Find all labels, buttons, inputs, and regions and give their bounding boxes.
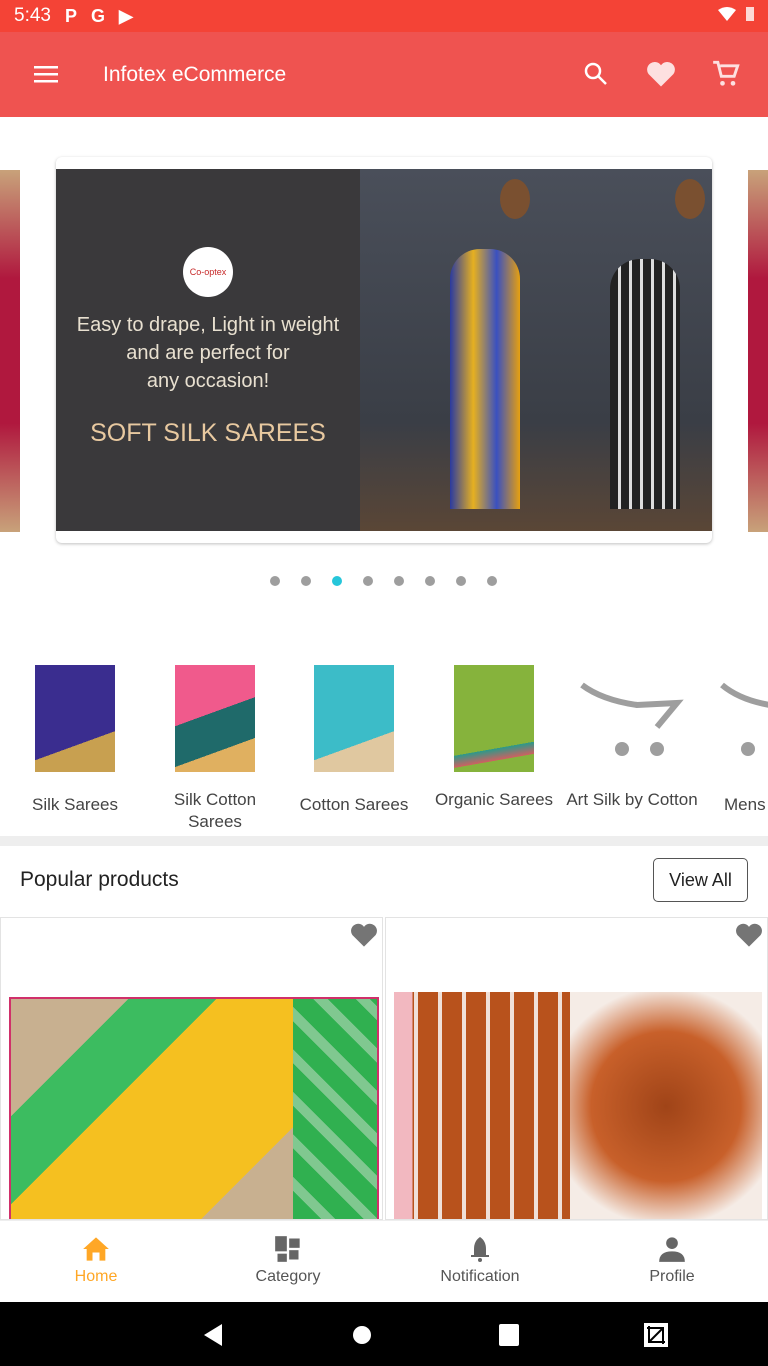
- home-circle-icon[interactable]: [352, 1325, 372, 1345]
- dashboard-icon: [275, 1236, 300, 1262]
- product-card[interactable]: [0, 917, 383, 1220]
- notification-icon: P: [64, 5, 77, 26]
- carousel-dot[interactable]: [456, 576, 466, 586]
- carousel-dot[interactable]: [301, 576, 311, 586]
- cart-placeholder-icon: [700, 665, 768, 772]
- category-label: Organic Sarees: [434, 790, 554, 809]
- section-title: Popular products: [20, 868, 179, 891]
- notification-icon: G: [91, 5, 106, 26]
- nav-label: Notification: [440, 1268, 520, 1285]
- category-organic-sarees[interactable]: Organic Sarees: [424, 665, 564, 830]
- wishlist-heart-icon[interactable]: [735, 922, 763, 948]
- nav-label: Profile: [649, 1268, 695, 1285]
- banner-carousel[interactable]: Co-optex Easy to drape, Light in weight …: [56, 157, 712, 543]
- clock: 5:43: [14, 5, 51, 26]
- person-icon: [659, 1237, 685, 1262]
- category-label: Mens: [724, 795, 766, 814]
- search-button[interactable]: [580, 58, 612, 90]
- status-bar: 5:43 P G ▶: [0, 0, 768, 32]
- wifi-icon: [718, 5, 736, 27]
- screenshot-icon[interactable]: [644, 1323, 668, 1347]
- battery-icon: [746, 5, 754, 27]
- search-icon: [584, 62, 607, 85]
- nav-home[interactable]: Home: [0, 1221, 192, 1303]
- carousel-dot[interactable]: [487, 576, 497, 586]
- system-navigation-bar: [0, 1302, 768, 1366]
- category-art-silk-by-cotton[interactable]: Art Silk by Cotton: [562, 665, 702, 830]
- wishlist-heart-icon[interactable]: [350, 922, 378, 948]
- cart-placeholder-icon: [580, 665, 684, 772]
- banner-headline: SOFT SILK SAREES: [90, 419, 326, 447]
- wishlist-button[interactable]: [645, 58, 677, 90]
- category-silk-cotton-sarees[interactable]: Silk Cotton Sarees: [145, 665, 285, 830]
- carousel-dot[interactable]: [270, 576, 280, 586]
- category-mens[interactable]: Mens: [700, 665, 768, 830]
- banner-prev-peek[interactable]: [0, 170, 20, 532]
- nav-label: Home: [74, 1268, 118, 1285]
- category-label: Art Silk by Cotton: [566, 790, 698, 809]
- notification-icon: ▶: [119, 5, 133, 26]
- brand-logo: Co-optex: [183, 247, 233, 297]
- banner-text-panel: Co-optex Easy to drape, Light in weight …: [56, 169, 360, 531]
- product-image: [394, 992, 762, 1219]
- category-image: [314, 665, 394, 772]
- back-icon[interactable]: [204, 1324, 224, 1346]
- banner-photo: [360, 169, 712, 531]
- carousel-dot[interactable]: [394, 576, 404, 586]
- carousel-indicator: [270, 576, 497, 586]
- home-icon: [83, 1237, 109, 1261]
- product-image: [9, 997, 379, 1219]
- category-image: [175, 665, 255, 772]
- carousel-dot[interactable]: [363, 576, 373, 586]
- recents-icon[interactable]: [499, 1324, 519, 1346]
- banner-next-peek[interactable]: [748, 170, 768, 532]
- cart-icon: [713, 60, 740, 86]
- nav-profile[interactable]: Profile: [576, 1221, 768, 1303]
- category-silk-sarees[interactable]: Silk Sarees: [5, 665, 145, 830]
- category-image: [454, 665, 534, 772]
- category-label: Silk Cotton Sarees: [173, 790, 257, 830]
- banner-line: and are perfect for: [126, 342, 290, 364]
- category-image: [35, 665, 115, 772]
- view-all-button[interactable]: View All: [653, 858, 748, 902]
- nav-category[interactable]: Category: [192, 1221, 384, 1303]
- category-label: Silk Sarees: [32, 795, 118, 814]
- category-cotton-sarees[interactable]: Cotton Sarees: [284, 665, 424, 830]
- nav-notification[interactable]: Notification: [384, 1221, 576, 1303]
- category-label: Cotton Sarees: [299, 795, 409, 814]
- banner-line: Easy to drape, Light in weight: [76, 314, 340, 336]
- heart-icon: [647, 61, 675, 87]
- bell-icon: [471, 1237, 489, 1262]
- product-card[interactable]: [385, 917, 768, 1220]
- section-divider: [0, 836, 768, 846]
- bottom-navigation: Home Category Notification Profile: [0, 1220, 768, 1302]
- menu-button[interactable]: [30, 58, 62, 90]
- cart-button[interactable]: [710, 58, 742, 90]
- carousel-dot-active[interactable]: [332, 576, 342, 586]
- app-title: Infotex eCommerce: [103, 62, 287, 86]
- app-bar: Infotex eCommerce: [0, 32, 768, 117]
- nav-label: Category: [255, 1268, 321, 1285]
- banner-line: any occasion!: [146, 370, 270, 392]
- carousel-dot[interactable]: [425, 576, 435, 586]
- menu-icon: [34, 66, 58, 83]
